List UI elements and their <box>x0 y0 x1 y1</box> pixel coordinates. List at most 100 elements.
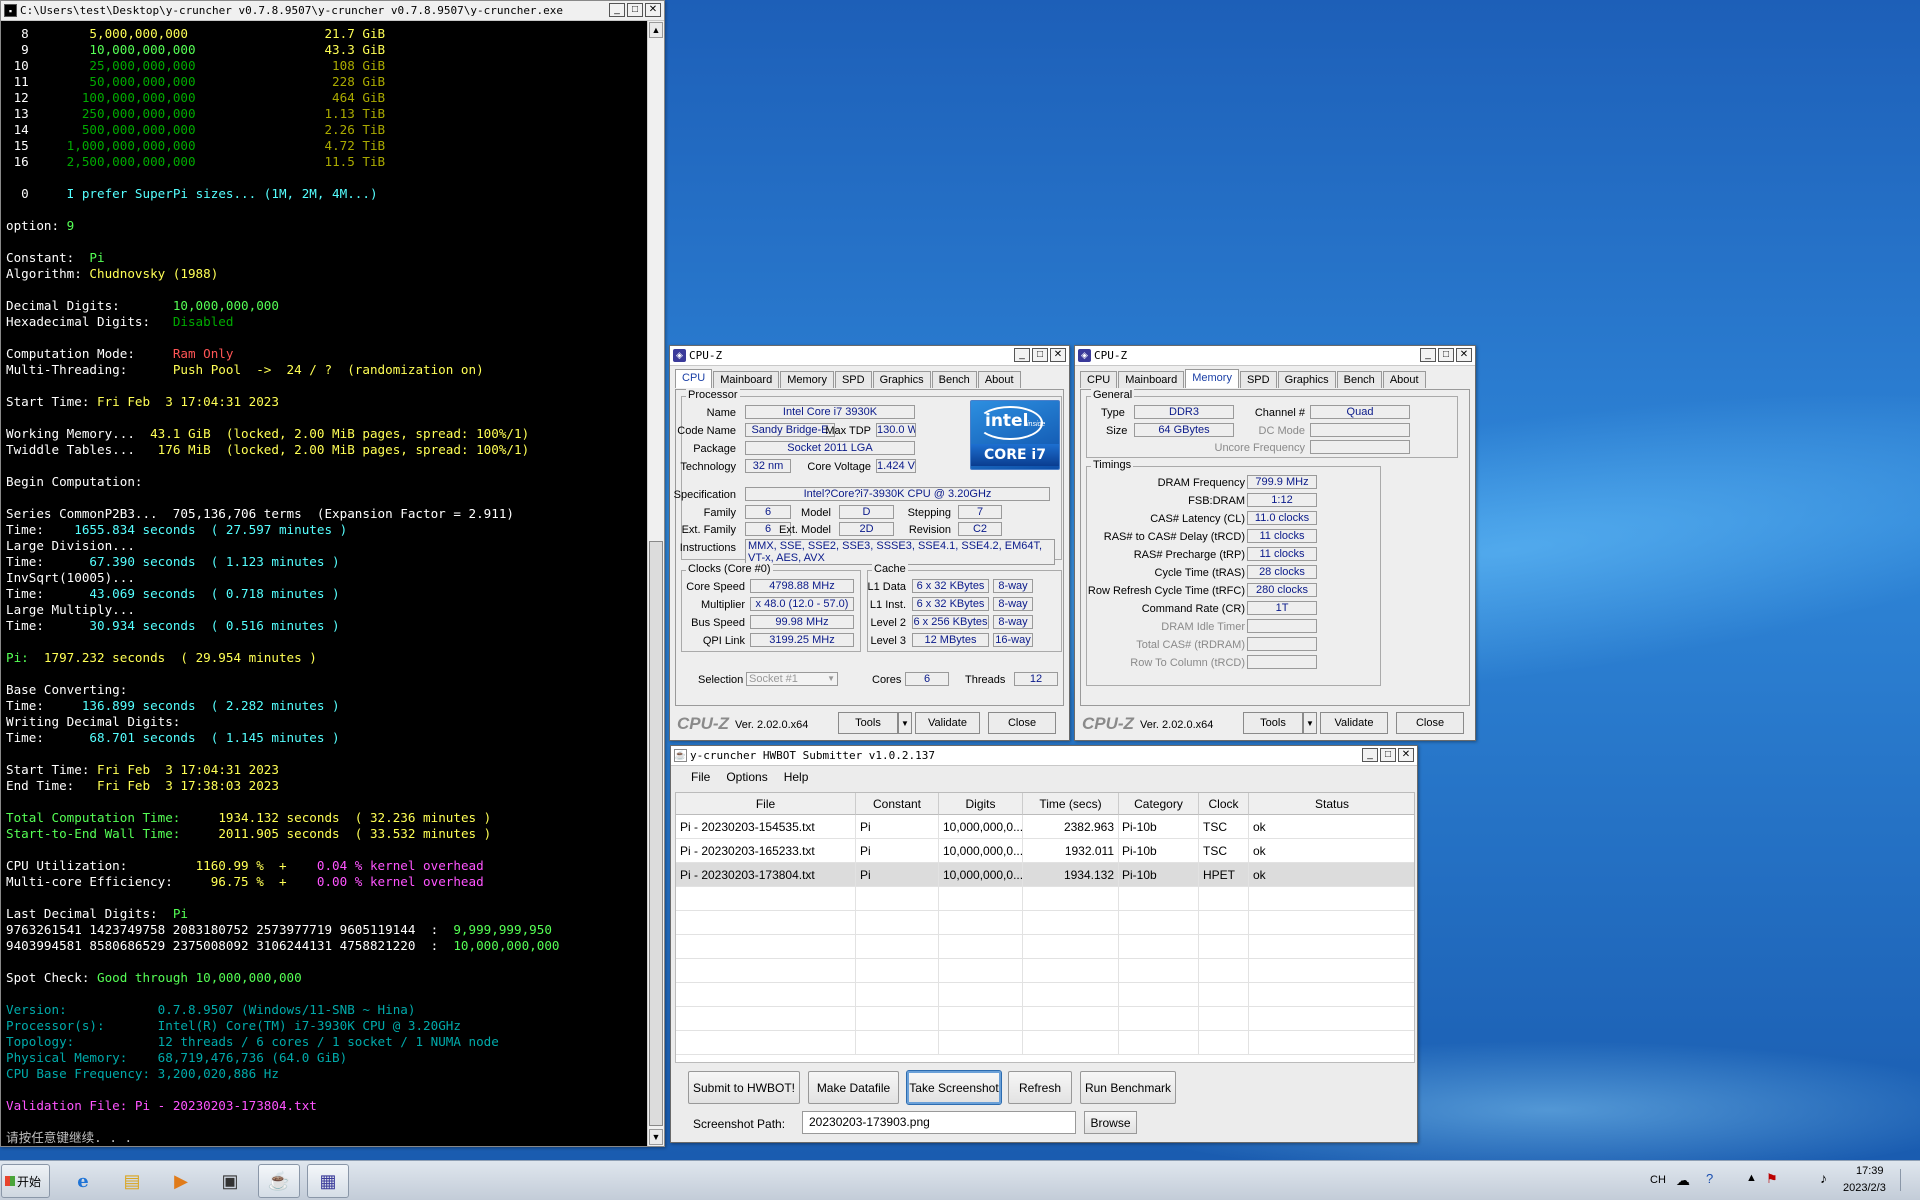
close-app-button[interactable]: Close <box>988 712 1056 734</box>
java-taskbar-icon[interactable]: ☕ <box>258 1164 300 1198</box>
selection-dropdown[interactable]: Socket #1 ▼ <box>746 672 838 686</box>
tab-mainboard[interactable]: Mainboard <box>1118 371 1185 388</box>
tab-mainboard[interactable]: Mainboard <box>713 371 780 388</box>
cpuz-brand: CPU-Z <box>1082 714 1134 733</box>
tab-spd[interactable]: SPD <box>1239 371 1277 388</box>
file-explorer-icon[interactable]: ▤ <box>111 1164 153 1198</box>
show-desktop-button[interactable] <box>1900 1169 1916 1191</box>
close-button[interactable]: ✕ <box>1050 348 1066 362</box>
column-header-time[interactable]: Time (secs) <box>1023 793 1119 815</box>
minimize-button[interactable]: _ <box>1362 748 1378 762</box>
console-taskbar-icon[interactable]: ▣ <box>209 1164 251 1198</box>
validate-button[interactable]: Validate <box>1320 712 1388 734</box>
tab-bench[interactable]: Bench <box>931 371 977 388</box>
screenshot-path-input[interactable]: 20230203-173903.png <box>802 1111 1076 1134</box>
tray-expand-icon[interactable]: ▲ <box>1746 1172 1757 1184</box>
clock-time[interactable]: 17:39 <box>1856 1165 1884 1177</box>
column-header-clock[interactable]: Clock <box>1199 793 1249 815</box>
help-icon[interactable]: ? <box>1706 1171 1713 1186</box>
column-header-constant[interactable]: Constant <box>856 793 939 815</box>
tab-spd[interactable]: SPD <box>834 371 872 388</box>
column-header-status[interactable]: Status <box>1249 793 1414 815</box>
scroll-down-icon[interactable]: ▼ <box>649 1129 663 1145</box>
tab-memory[interactable]: Memory <box>780 371 834 388</box>
scroll-up-icon[interactable]: ▲ <box>649 22 663 38</box>
empty-table-row[interactable] <box>676 1031 1414 1055</box>
tools-button[interactable]: Tools <box>838 712 898 734</box>
action-center-icon[interactable]: ⚑ <box>1766 1171 1778 1187</box>
cpuz-titlebar[interactable]: ◈ CPU-Z _ □ ✕ <box>1075 346 1475 366</box>
model-label: Model <box>801 507 831 519</box>
menu-options[interactable]: Options <box>726 770 767 784</box>
console-text: 1160.99 % + <box>195 858 317 873</box>
browse-button[interactable]: Browse <box>1084 1111 1137 1134</box>
tab-memory[interactable]: Memory <box>1185 369 1239 388</box>
tab-about[interactable]: About <box>1382 371 1426 388</box>
minimize-button[interactable]: _ <box>1420 348 1436 362</box>
hwbot-titlebar[interactable]: ☕ y-cruncher HWBOT Submitter v1.0.2.137 … <box>671 746 1417 766</box>
empty-table-row[interactable] <box>676 983 1414 1007</box>
tab-cpu[interactable]: CPU <box>675 369 713 388</box>
empty-table-row[interactable] <box>676 1007 1414 1031</box>
scroll-thumb[interactable] <box>649 541 663 1126</box>
minimize-button[interactable]: _ <box>609 3 625 17</box>
start-button[interactable]: 开始 <box>1 1164 50 1198</box>
menu-help[interactable]: Help <box>784 770 809 784</box>
cpuz-window-cpu[interactable]: ◈ CPU-Z _ □ ✕ CPU Mainboard Memory SPD G… <box>669 345 1070 741</box>
tab-graphics[interactable]: Graphics <box>872 371 931 388</box>
ie-browser-icon[interactable]: e <box>62 1164 104 1198</box>
console-scrollbar[interactable]: ▲ ▼ <box>647 21 664 1146</box>
column-header-file[interactable]: File <box>676 793 856 815</box>
tab-graphics[interactable]: Graphics <box>1277 371 1336 388</box>
console-window[interactable]: ▪ C:\Users\test\Desktop\y-cruncher v0.7.… <box>0 0 665 1147</box>
maximize-button[interactable]: □ <box>1438 348 1454 362</box>
menu-file[interactable]: File <box>691 770 710 784</box>
close-button[interactable]: ✕ <box>645 3 661 17</box>
media-player-icon[interactable]: ▶ <box>160 1164 202 1198</box>
tab-cpu[interactable]: CPU <box>1080 371 1118 388</box>
table-row[interactable]: Pi - 20230203-154535.txt Pi 10,000,000,0..… <box>676 815 1414 839</box>
empty-table-row[interactable] <box>676 887 1414 911</box>
console-titlebar[interactable]: ▪ C:\Users\test\Desktop\y-cruncher v0.7.… <box>1 1 664 21</box>
clock-date[interactable]: 2023/2/3 <box>1843 1182 1886 1194</box>
close-button[interactable]: ✕ <box>1456 348 1472 362</box>
maximize-button[interactable]: □ <box>1380 748 1396 762</box>
console-line: 0 I prefer SuperPi sizes... (1M, 2M, 4M.… <box>6 186 647 202</box>
close-button[interactable]: ✕ <box>1398 748 1414 762</box>
tab-bench[interactable]: Bench <box>1336 371 1382 388</box>
empty-table-row[interactable] <box>676 911 1414 935</box>
network-icon[interactable]: ☁ <box>1676 1172 1690 1189</box>
volume-icon[interactable]: ♪ <box>1820 1170 1827 1186</box>
refresh-button[interactable]: Refresh <box>1008 1071 1072 1104</box>
input-language[interactable]: CH <box>1650 1174 1666 1186</box>
minimize-button[interactable]: _ <box>1014 348 1030 362</box>
console-text: Time: <box>6 586 75 601</box>
console-text: Constant: <box>6 250 90 265</box>
tab-about[interactable]: About <box>977 371 1021 388</box>
close-app-button[interactable]: Close <box>1396 712 1464 734</box>
submit-to-hwbot-button[interactable]: Submit to HWBOT! <box>688 1071 800 1104</box>
cpuz-titlebar[interactable]: ◈ CPU-Z _ □ ✕ <box>670 346 1069 366</box>
run-benchmark-button[interactable]: Run Benchmark <box>1080 1071 1176 1104</box>
make-datafile-button[interactable]: Make Datafile <box>808 1071 899 1104</box>
console-line: 8 5,000,000,000 21.7 GiB <box>6 26 647 42</box>
tools-dropdown-button[interactable]: ▼ <box>898 712 912 734</box>
cpuz-taskbar-icon[interactable]: ▦ <box>307 1164 349 1198</box>
empty-table-row[interactable] <box>676 959 1414 983</box>
column-header-digits[interactable]: Digits <box>939 793 1023 815</box>
table-row[interactable]: Pi - 20230203-173804.txt Pi 10,000,000,0..… <box>676 863 1414 887</box>
empty-table-row[interactable] <box>676 935 1414 959</box>
take-screenshot-button[interactable]: Take Screenshot <box>906 1070 1002 1105</box>
validate-button[interactable]: Validate <box>915 712 980 734</box>
console-output: 8 5,000,000,000 21.7 GiB 9 10,000,000,00… <box>1 21 647 1146</box>
results-table[interactable]: File Constant Digits Time (secs) Categor… <box>675 792 1415 1063</box>
maximize-button[interactable]: □ <box>627 3 643 17</box>
cpuz-window-memory[interactable]: ◈ CPU-Z _ □ ✕ CPU Mainboard Memory SPD G… <box>1074 345 1476 741</box>
hwbot-submitter-window[interactable]: ☕ y-cruncher HWBOT Submitter v1.0.2.137 … <box>670 745 1418 1143</box>
column-header-category[interactable]: Category <box>1119 793 1199 815</box>
maximize-button[interactable]: □ <box>1032 348 1048 362</box>
tools-dropdown-button[interactable]: ▼ <box>1303 712 1317 734</box>
tools-button[interactable]: Tools <box>1243 712 1303 734</box>
table-row[interactable]: Pi - 20230203-165233.txt Pi 10,000,000,0..… <box>676 839 1414 863</box>
